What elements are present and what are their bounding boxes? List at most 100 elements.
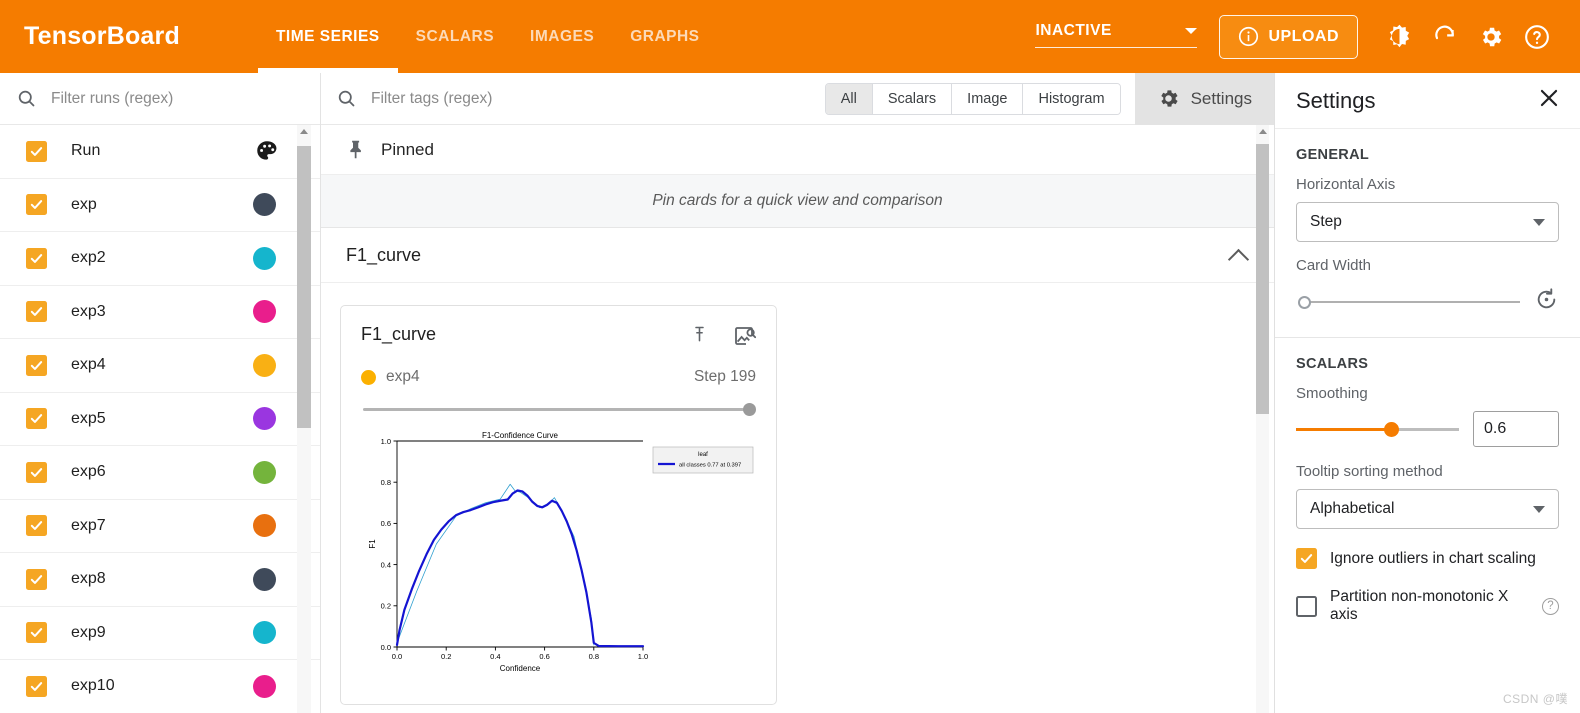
app-body: Filter runs (regex) Run exp exp2 exp3 exp4 ex… bbox=[0, 72, 1580, 713]
run-row[interactable]: exp9 bbox=[0, 607, 320, 660]
horizontal-axis-select[interactable]: Step bbox=[1296, 202, 1559, 242]
chevron-down-icon bbox=[1533, 218, 1545, 226]
palette-icon[interactable] bbox=[254, 138, 280, 164]
card-width-knob[interactable] bbox=[1298, 296, 1311, 309]
run-row[interactable]: Run bbox=[0, 125, 320, 179]
smoothing-knob[interactable] bbox=[1384, 422, 1400, 437]
chevron-down-icon bbox=[1185, 27, 1198, 34]
run-row[interactable]: exp bbox=[0, 179, 320, 232]
check-icon bbox=[30, 521, 43, 531]
run-checkbox[interactable] bbox=[26, 622, 47, 644]
smoothing-input[interactable]: 0.6 bbox=[1473, 411, 1559, 447]
settings-toggle-button[interactable]: Settings bbox=[1134, 72, 1274, 125]
top-app-bar: TensorBoard TIME SERIES SCALARS IMAGES G… bbox=[0, 0, 1580, 73]
help-icon[interactable]: ? bbox=[1542, 597, 1559, 615]
filter-runs-field[interactable]: Filter runs (regex) bbox=[0, 73, 320, 125]
card-width-slider[interactable] bbox=[1296, 293, 1520, 311]
smoothing-slider[interactable] bbox=[1296, 419, 1459, 439]
run-checkbox[interactable] bbox=[26, 194, 47, 216]
partition-row[interactable]: Partition non-monotonic X axis ? bbox=[1296, 588, 1559, 624]
main-scrollbar-thumb[interactable] bbox=[1256, 144, 1269, 414]
step-label: Step 199 bbox=[693, 368, 756, 385]
ignore-outliers-checkbox[interactable] bbox=[1296, 548, 1317, 569]
plot-svg: 0.0 0.2 0.4 0.6 0.8 1.0 0.0 0.2 0.4 0.6 0.8 1.0 Conf… bbox=[368, 431, 754, 673]
run-row[interactable]: exp8 bbox=[0, 553, 320, 607]
svg-text:0.8: 0.8 bbox=[589, 652, 599, 661]
run-checkbox[interactable] bbox=[26, 140, 47, 162]
runs-scrollbar-thumb[interactable] bbox=[297, 146, 311, 428]
svg-text:0.6: 0.6 bbox=[539, 652, 549, 661]
runs-list[interactable]: Run exp exp2 exp3 exp4 exp5 exp6 exp7 exp8 exp9 ex… bbox=[0, 125, 320, 713]
main-content: Filter tags (regex) All Scalars Image Hi… bbox=[321, 72, 1274, 713]
runs-scrollbar[interactable] bbox=[297, 125, 311, 713]
check-icon bbox=[30, 146, 43, 156]
brightness-icon[interactable] bbox=[1376, 14, 1422, 60]
search-icon bbox=[18, 90, 35, 107]
run-checkbox[interactable] bbox=[26, 247, 47, 269]
general-section-title: GENERAL bbox=[1296, 147, 1369, 163]
run-color-dot[interactable] bbox=[253, 193, 276, 217]
pinned-section-header[interactable]: Pinned bbox=[321, 125, 1274, 175]
plugin-filter-scalars[interactable]: Scalars bbox=[872, 83, 953, 114]
run-color-dot[interactable] bbox=[253, 246, 276, 270]
partition-checkbox[interactable] bbox=[1296, 595, 1317, 617]
check-icon bbox=[30, 467, 43, 477]
tab-graphs[interactable]: GRAPHS bbox=[612, 0, 717, 73]
tab-label: GRAPHS bbox=[630, 27, 700, 45]
check-icon bbox=[30, 200, 43, 210]
upload-button[interactable]: UPLOAD bbox=[1219, 14, 1358, 59]
image-card-f1-curve: F1_curve exp4 Step 199 0.0 0.2 0.4 0.6 0… bbox=[340, 305, 777, 705]
close-icon[interactable] bbox=[1536, 85, 1562, 116]
plugin-filter-image[interactable]: Image bbox=[952, 83, 1024, 114]
run-row[interactable]: exp2 bbox=[0, 232, 320, 286]
filter-tags-field[interactable]: Filter tags (regex) bbox=[321, 88, 825, 109]
step-slider[interactable] bbox=[361, 403, 756, 417]
run-color-dot[interactable] bbox=[253, 300, 276, 324]
run-checkbox[interactable] bbox=[26, 675, 47, 697]
image-zoom-icon[interactable] bbox=[732, 324, 757, 353]
run-checkbox[interactable] bbox=[26, 461, 47, 483]
run-checkbox[interactable] bbox=[26, 515, 47, 537]
palette-icon[interactable] bbox=[254, 138, 280, 164]
gear-icon[interactable] bbox=[1468, 14, 1514, 60]
run-color-dot[interactable] bbox=[253, 460, 276, 484]
refresh-icon[interactable] bbox=[1422, 14, 1468, 60]
scroll-up-arrow-icon[interactable] bbox=[300, 129, 308, 134]
tab-images[interactable]: IMAGES bbox=[512, 0, 612, 73]
run-row[interactable]: exp6 bbox=[0, 446, 320, 500]
settings-panel-title: Settings bbox=[1296, 87, 1376, 113]
plugin-filter-histogram[interactable]: Histogram bbox=[1023, 83, 1120, 114]
run-checkbox[interactable] bbox=[26, 408, 47, 430]
reset-icon[interactable] bbox=[1534, 287, 1559, 317]
chevron-up-icon[interactable] bbox=[1227, 248, 1250, 270]
run-color-dot[interactable] bbox=[253, 621, 276, 645]
plugin-filter-all[interactable]: All bbox=[825, 83, 873, 114]
run-checkbox[interactable] bbox=[26, 354, 47, 376]
main-tabs: TIME SERIES SCALARS IMAGES GRAPHS bbox=[257, 0, 718, 73]
scroll-up-arrow-icon[interactable] bbox=[1259, 129, 1267, 134]
tooltip-sort-select[interactable]: Alphabetical bbox=[1296, 489, 1559, 529]
run-row[interactable]: exp7 bbox=[0, 500, 320, 553]
run-row[interactable]: exp3 bbox=[0, 286, 320, 339]
run-row[interactable]: exp5 bbox=[0, 393, 320, 446]
help-icon[interactable] bbox=[1514, 14, 1560, 60]
tag-group-header-f1-curve[interactable]: F1_curve bbox=[321, 228, 1274, 283]
tab-time-series[interactable]: TIME SERIES bbox=[257, 0, 398, 73]
run-color-dot[interactable] bbox=[253, 567, 276, 591]
svg-text:0.6: 0.6 bbox=[381, 519, 391, 528]
run-color-dot[interactable] bbox=[253, 353, 276, 377]
run-status-dropdown[interactable]: INACTIVE bbox=[1035, 22, 1198, 48]
run-color-dot[interactable] bbox=[253, 674, 276, 698]
run-color-dot[interactable] bbox=[253, 514, 276, 538]
main-scrollbar[interactable] bbox=[1256, 125, 1269, 713]
pin-icon[interactable] bbox=[689, 324, 710, 353]
ignore-outliers-row[interactable]: Ignore outliers in chart scaling bbox=[1296, 548, 1559, 569]
top-bar-actions: INACTIVE UPLOAD bbox=[1035, 14, 1560, 60]
run-row[interactable]: exp10 bbox=[0, 660, 320, 713]
run-checkbox[interactable] bbox=[26, 568, 47, 590]
tab-scalars[interactable]: SCALARS bbox=[398, 0, 512, 73]
run-color-dot[interactable] bbox=[253, 407, 276, 431]
run-row[interactable]: exp4 bbox=[0, 339, 320, 393]
step-slider-thumb[interactable] bbox=[743, 403, 756, 416]
run-checkbox[interactable] bbox=[26, 301, 47, 323]
